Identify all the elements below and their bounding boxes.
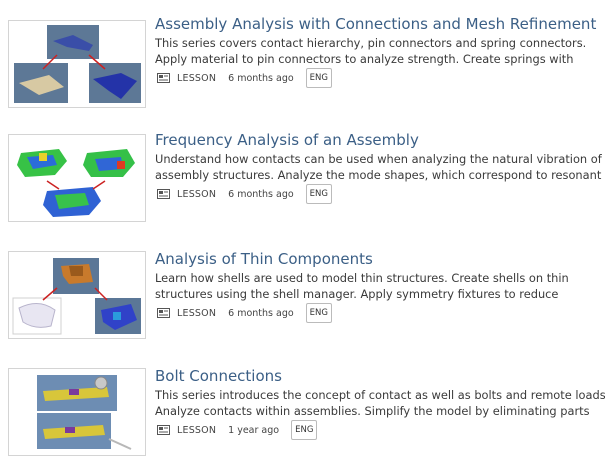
course-description: Understand how contacts can be used when… <box>155 151 605 183</box>
course-title[interactable]: Analysis of Thin Components <box>155 249 373 269</box>
description-line: This series introduces the concept of co… <box>155 388 605 402</box>
language-badge: ENG <box>305 68 332 88</box>
lesson-icon <box>157 425 170 435</box>
course-meta: LESSON 6 months ago ENG <box>157 183 332 205</box>
course-thumbnail[interactable] <box>8 251 146 339</box>
language-badge: ENG <box>305 184 332 204</box>
course-meta: LESSON 6 months ago ENG <box>157 67 332 89</box>
content-type: LESSON <box>177 307 217 319</box>
lesson-icon <box>157 73 170 83</box>
course-title[interactable]: Assembly Analysis with Connections and M… <box>155 14 596 34</box>
course-item[interactable]: Bolt Connections This series introduces … <box>0 366 615 476</box>
description-line: This series covers contact hierarchy, pi… <box>155 36 587 50</box>
description-line: Learn how shells are used to model thin … <box>155 271 569 285</box>
course-meta: LESSON 6 months ago ENG <box>157 302 332 324</box>
published-age: 1 year ago <box>228 424 280 436</box>
content-type: LESSON <box>177 72 217 84</box>
course-title[interactable]: Bolt Connections <box>155 366 282 386</box>
course-item[interactable]: Frequency Analysis of an Assembly Unders… <box>0 130 615 240</box>
lesson-icon <box>157 189 170 199</box>
content-type: LESSON <box>177 424 217 436</box>
published-age: 6 months ago <box>228 188 294 200</box>
course-description: This series introduces the concept of co… <box>155 387 605 419</box>
language-badge: ENG <box>305 303 332 323</box>
description-line: structures using the shell manager. Appl… <box>155 287 559 301</box>
course-description: This series covers contact hierarchy, pi… <box>155 35 605 67</box>
published-age: 6 months ago <box>228 72 294 84</box>
course-thumbnail[interactable] <box>8 20 146 108</box>
course-item[interactable]: Analysis of Thin Components Learn how sh… <box>0 249 615 359</box>
description-line: Understand how contacts can be used when… <box>155 152 602 166</box>
course-title[interactable]: Frequency Analysis of an Assembly <box>155 130 419 150</box>
course-thumbnail[interactable] <box>8 368 146 456</box>
course-description: Learn how shells are used to model thin … <box>155 270 605 302</box>
course-meta: LESSON 1 year ago ENG <box>157 419 318 441</box>
lesson-icon <box>157 308 170 318</box>
published-age: 6 months ago <box>228 307 294 319</box>
course-thumbnail[interactable] <box>8 134 146 222</box>
description-line: Apply material to pin connectors to anal… <box>155 52 574 66</box>
language-badge: ENG <box>291 420 318 440</box>
course-item[interactable]: Assembly Analysis with Connections and M… <box>0 14 615 124</box>
description-line: assembly structures. Analyze the mode sh… <box>155 168 602 182</box>
content-type: LESSON <box>177 188 217 200</box>
description-line: Analyze contacts within assemblies. Simp… <box>155 404 590 418</box>
